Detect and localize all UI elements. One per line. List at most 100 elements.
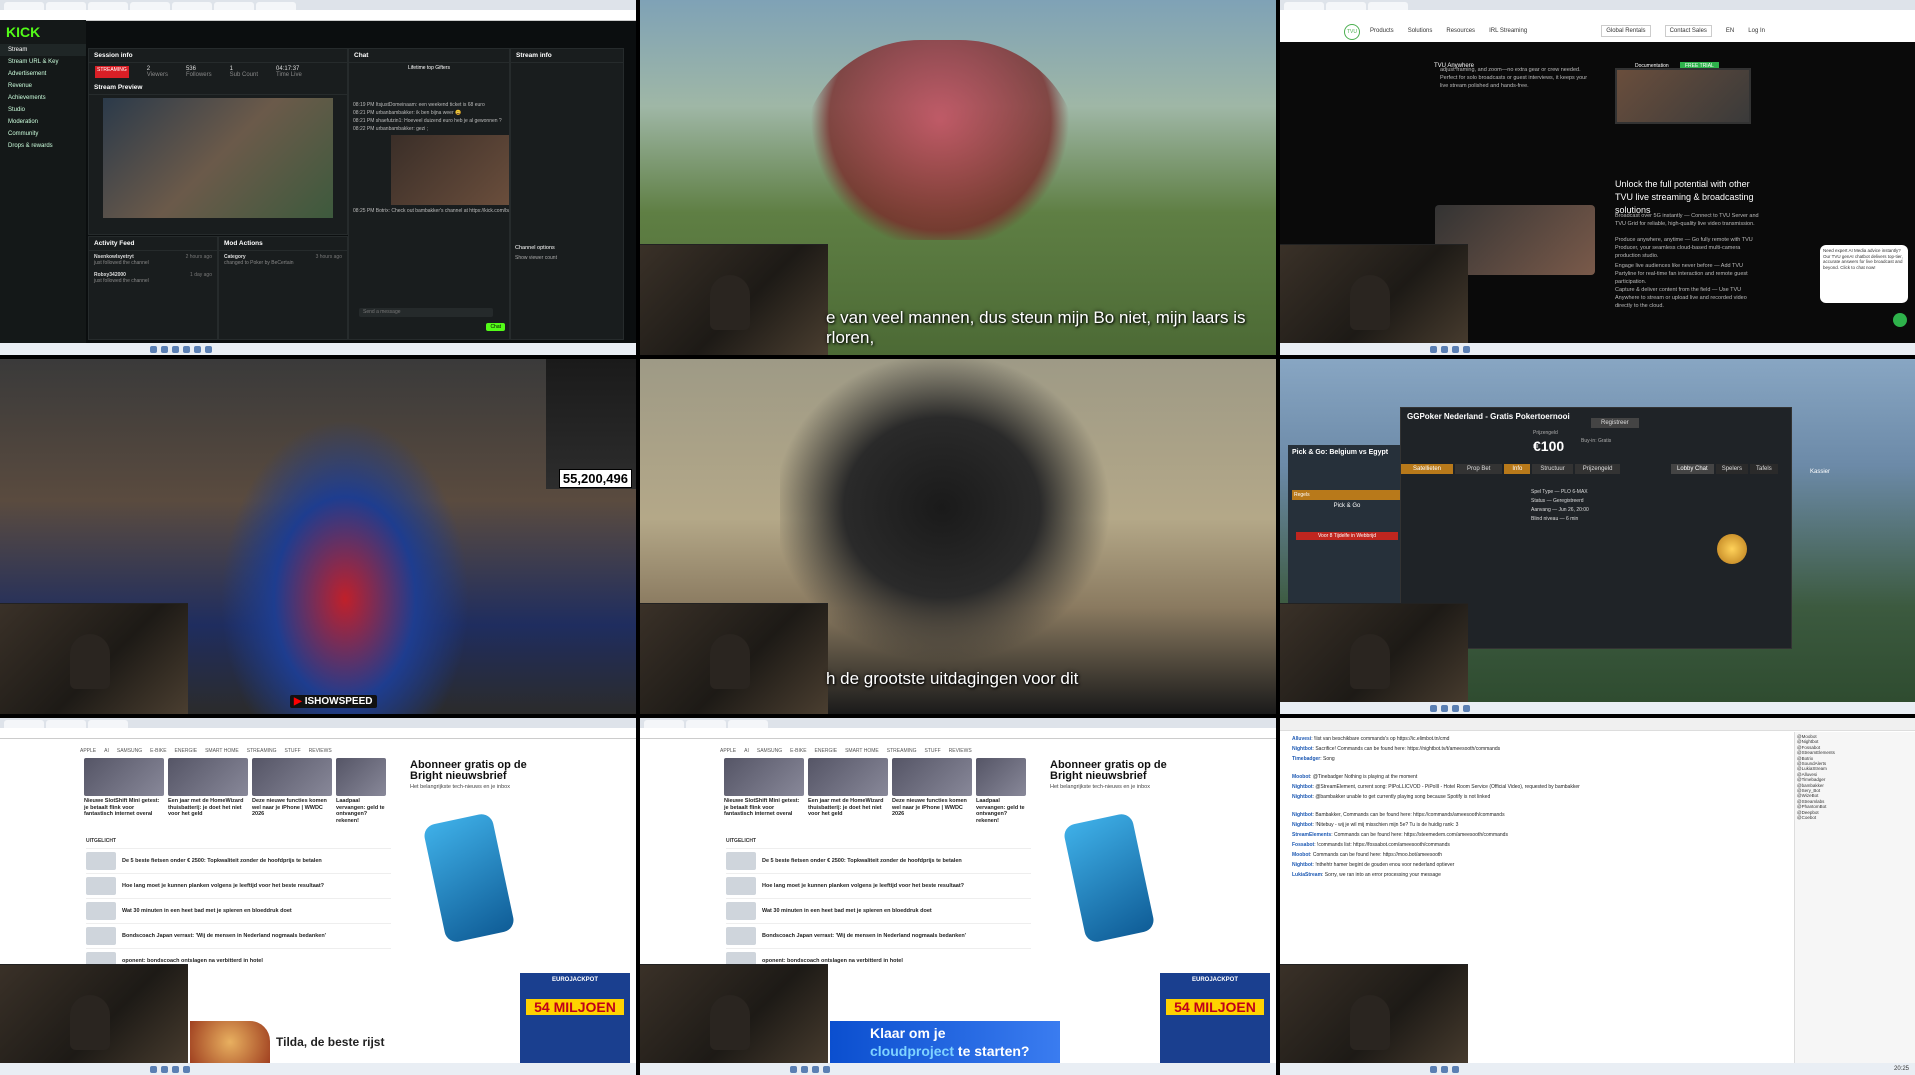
menu-samsung[interactable]: SAMSUNG xyxy=(117,748,142,754)
taskbar-icon[interactable] xyxy=(172,345,179,353)
taskbar-icon[interactable] xyxy=(801,1065,808,1073)
user-entry[interactable]: @Coebot xyxy=(1797,815,1913,820)
tab[interactable] xyxy=(686,720,726,728)
chatbot-icon[interactable] xyxy=(1893,313,1907,327)
chat-input[interactable]: Send a message xyxy=(359,308,493,317)
nav-solutions[interactable]: Solutions xyxy=(1408,28,1433,34)
taskbar-icon[interactable] xyxy=(161,1065,168,1073)
tab-satellieten[interactable]: Satellieten xyxy=(1401,464,1454,474)
nav-drops[interactable]: Drops & rewards xyxy=(0,140,86,152)
tab-lobby-chat[interactable]: Lobby Chat xyxy=(1671,464,1714,474)
menu-ai[interactable]: AI xyxy=(104,748,109,754)
thumb-card[interactable]: Nieuwe SlotShift Mini getest: je betaalt… xyxy=(724,758,804,824)
tab[interactable] xyxy=(46,2,86,10)
thumb-card[interactable]: Een jaar met de HomeWizard thuisbatterij… xyxy=(168,758,248,824)
tab[interactable] xyxy=(1368,2,1408,10)
list-item[interactable]: De 5 beste fietsen onder € 2500: Topkwal… xyxy=(726,848,1031,873)
nav-advertisement[interactable]: Advertisement xyxy=(0,68,86,80)
eurojackpot-ad[interactable]: EUROJACKPOT 54 MILJOEN xyxy=(520,973,630,1063)
newsletter-ad[interactable]: Abonneer gratis op de Bright nieuwsbrief… xyxy=(410,760,540,791)
stream-preview[interactable] xyxy=(103,98,333,218)
tab[interactable] xyxy=(214,2,254,10)
taskbar-icon[interactable] xyxy=(183,345,190,353)
taskbar-icon[interactable] xyxy=(812,1065,819,1073)
kassier-button[interactable]: Kassier xyxy=(1810,469,1830,475)
tab[interactable] xyxy=(728,720,768,728)
taskbar-icon[interactable] xyxy=(1452,1065,1459,1073)
thumb-card[interactable]: Laadpaal vervangen: geld te ontvangen? r… xyxy=(976,758,1026,824)
list-item[interactable]: Hoe lang moet je kunnen planken volgens … xyxy=(726,873,1031,898)
chatbot-popup[interactable]: Need expert AI Media advice instantly? O… xyxy=(1820,245,1908,303)
nav-stream[interactable]: Stream xyxy=(0,44,86,56)
menu-energie[interactable]: ENERGIE xyxy=(815,748,838,754)
menu-stuff[interactable]: STUFF xyxy=(285,748,301,754)
taskbar-icon[interactable] xyxy=(1452,345,1459,353)
tab-prop-bet[interactable]: Prop Bet xyxy=(1455,464,1503,474)
tab[interactable] xyxy=(88,720,128,728)
list-item[interactable]: Wat 30 minuten in een heet bad met je sp… xyxy=(726,898,1031,923)
menu-apple[interactable]: APPLE xyxy=(720,748,736,754)
video-street-scene[interactable]: 55,200,496 ISHOWSPEED xyxy=(0,359,636,714)
global-rentals-button[interactable]: Global Rentals xyxy=(1601,25,1651,37)
menu-reviews[interactable]: REVIEWS xyxy=(309,748,332,754)
menu-ebike[interactable]: E-BIKE xyxy=(790,748,806,754)
taskbar-icon[interactable] xyxy=(1463,704,1470,712)
nav-studio[interactable]: Studio xyxy=(0,104,86,116)
tab[interactable] xyxy=(88,2,128,10)
tab[interactable] xyxy=(256,2,296,10)
cloud-ad-banner[interactable]: Klaar om je cloudproject te starten? xyxy=(830,1021,1060,1063)
menu-ai[interactable]: AI xyxy=(744,748,749,754)
chat-send-button[interactable]: Chat xyxy=(486,323,505,331)
eurojackpot-ad[interactable]: EUROJACKPOT 54 MILJOEN xyxy=(1160,973,1270,1063)
nav-achievements[interactable]: Achievements xyxy=(0,92,86,104)
menu-smart-home[interactable]: SMART HOME xyxy=(205,748,239,754)
tab-tafels[interactable]: Tafels xyxy=(1750,464,1778,474)
address-bar[interactable] xyxy=(640,728,1276,739)
address-bar[interactable] xyxy=(0,728,636,739)
list-item[interactable]: Bondscoach Japan verrast: 'Wij de mensen… xyxy=(86,923,391,948)
taskbar-icon[interactable] xyxy=(823,1065,830,1073)
nav-moderation[interactable]: Moderation xyxy=(0,116,86,128)
contact-sales-button[interactable]: Contact Sales xyxy=(1664,25,1712,37)
rice-ad-banner[interactable]: Tilda, de beste rijst xyxy=(190,1021,420,1063)
nav-products[interactable]: Products xyxy=(1370,28,1394,34)
tab[interactable] xyxy=(46,720,86,728)
taskbar-icon[interactable] xyxy=(790,1065,797,1073)
taskbar-icon[interactable] xyxy=(1441,345,1448,353)
list-item[interactable]: Hoe lang moet je kunnen planken volgens … xyxy=(86,873,391,898)
tab[interactable] xyxy=(130,2,170,10)
taskbar-icon[interactable] xyxy=(161,345,168,353)
tab[interactable] xyxy=(4,2,44,10)
nav-irl-streaming[interactable]: IRL Streaming xyxy=(1489,28,1527,34)
menu-energie[interactable]: ENERGIE xyxy=(175,748,198,754)
taskbar-icon[interactable] xyxy=(150,1065,157,1073)
thumb-card[interactable]: Laadpaal vervangen: geld te ontvangen? r… xyxy=(336,758,386,824)
video-party-scene[interactable]: e van veel mannen, dus steun mijn Bo nie… xyxy=(640,0,1276,355)
thumb-card[interactable]: Nieuwe SlotShift Mini getest: je betaalt… xyxy=(84,758,164,824)
taskbar-icon[interactable] xyxy=(1430,1065,1437,1073)
taskbar-icon[interactable] xyxy=(150,345,157,353)
nav-stream-url[interactable]: Stream URL & Key xyxy=(0,56,86,68)
menu-samsung[interactable]: SAMSUNG xyxy=(757,748,782,754)
register-button[interactable]: Registreer xyxy=(1591,418,1639,428)
tab-spelers[interactable]: Spelers xyxy=(1715,464,1749,474)
menu-smart-home[interactable]: SMART HOME xyxy=(845,748,879,754)
tab[interactable] xyxy=(1326,2,1366,10)
taskbar-icon[interactable] xyxy=(205,345,212,353)
menu-ebike[interactable]: E-BIKE xyxy=(150,748,166,754)
taskbar-icon[interactable] xyxy=(183,1065,190,1073)
show-viewer-count-toggle[interactable]: Show viewer count xyxy=(511,253,623,263)
tab-info[interactable]: Info xyxy=(1504,464,1531,474)
address-bar[interactable] xyxy=(0,10,636,21)
newsletter-ad[interactable]: Abonneer gratis op de Bright nieuwsbrief… xyxy=(1050,760,1180,791)
menu-reviews[interactable]: REVIEWS xyxy=(949,748,972,754)
menu-streaming[interactable]: STREAMING xyxy=(887,748,917,754)
rules-button[interactable]: Regels xyxy=(1292,490,1402,500)
language-select[interactable]: EN xyxy=(1726,28,1734,34)
thumb-card[interactable]: Een jaar met de HomeWizard thuisbatterij… xyxy=(808,758,888,824)
taskbar-icon[interactable] xyxy=(1452,704,1459,712)
taskbar-icon[interactable] xyxy=(1430,345,1437,353)
list-item[interactable]: Bondscoach Japan verrast: 'Wij de mensen… xyxy=(726,923,1031,948)
thumb-card[interactable]: Deze nieuwe functies komen wel naar je i… xyxy=(892,758,972,824)
tvu-logo[interactable]: TVU xyxy=(1344,24,1360,40)
